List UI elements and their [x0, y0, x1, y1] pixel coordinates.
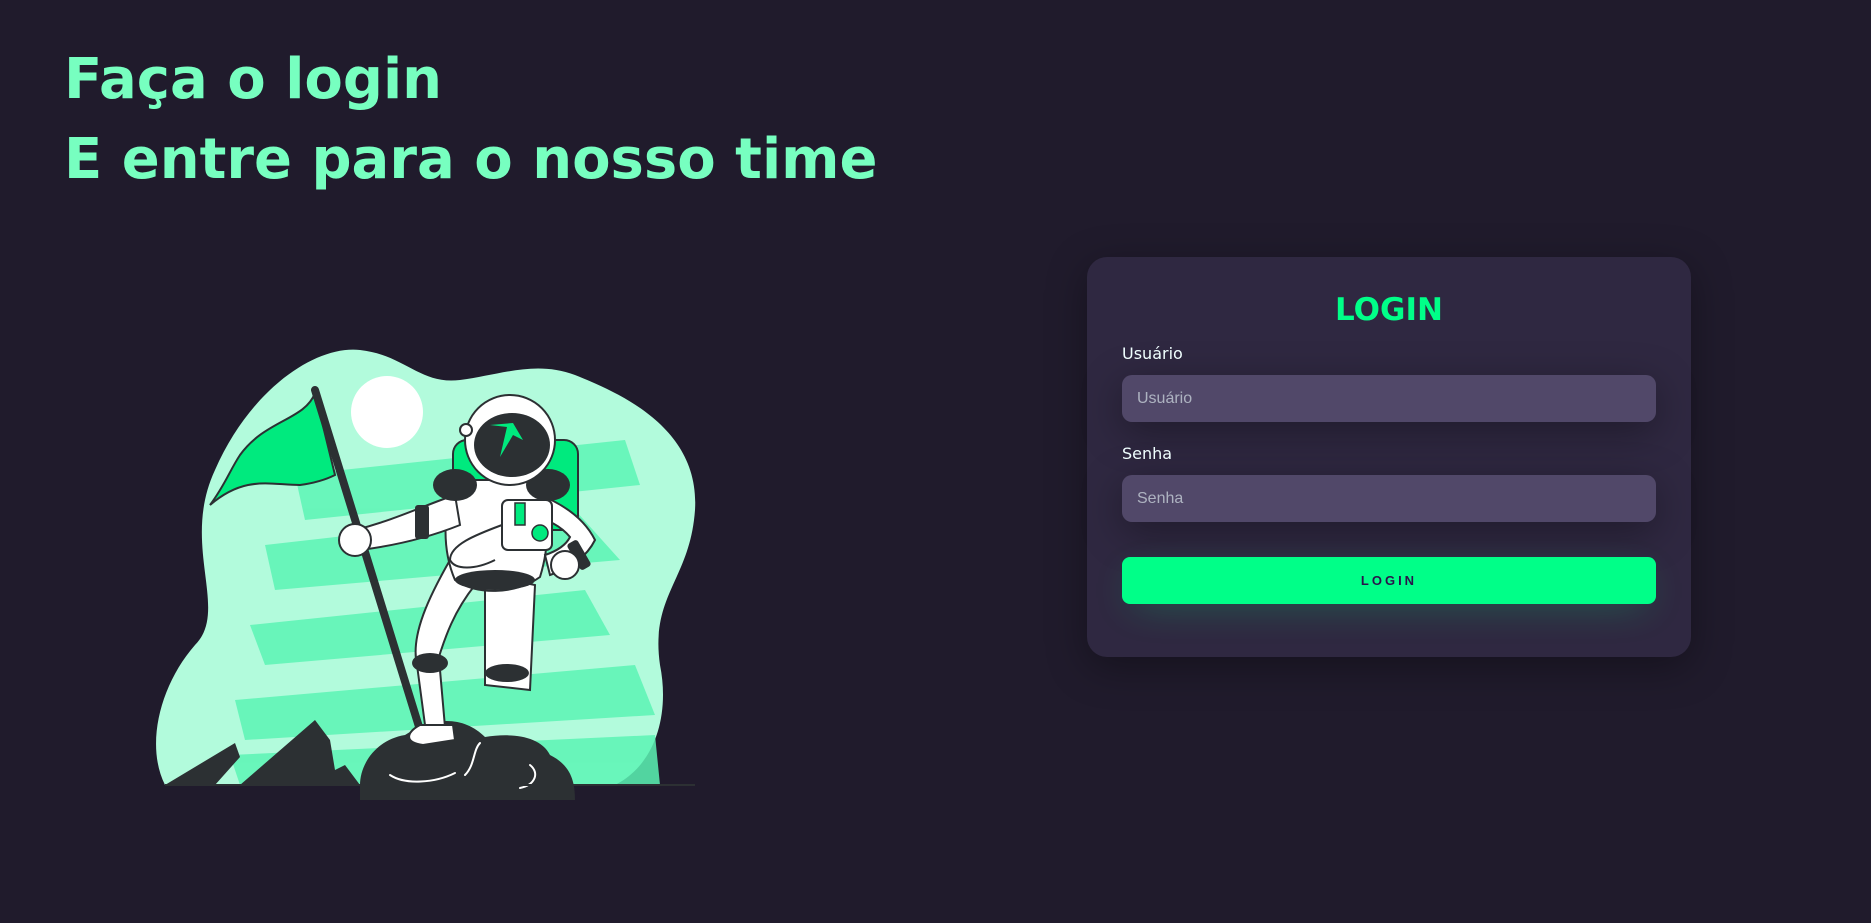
login-page: Faça o login E entre para o nosso time L… [0, 0, 1871, 923]
astronaut-illustration [156, 349, 696, 800]
page-headline: Faça o login E entre para o nosso time [64, 40, 877, 200]
sun-circle [351, 376, 423, 448]
username-input[interactable] [1122, 375, 1656, 422]
login-card: LOGIN Usuário Senha LOGIN [1087, 257, 1691, 657]
headline-line-1: Faça o login [64, 47, 443, 112]
login-button[interactable]: LOGIN [1122, 557, 1656, 604]
password-label: Senha [1122, 444, 1173, 463]
password-input[interactable] [1122, 475, 1656, 522]
login-title: LOGIN [1335, 292, 1443, 328]
username-label: Usuário [1122, 344, 1183, 363]
headline-line-2: E entre para o nosso time [64, 127, 878, 192]
